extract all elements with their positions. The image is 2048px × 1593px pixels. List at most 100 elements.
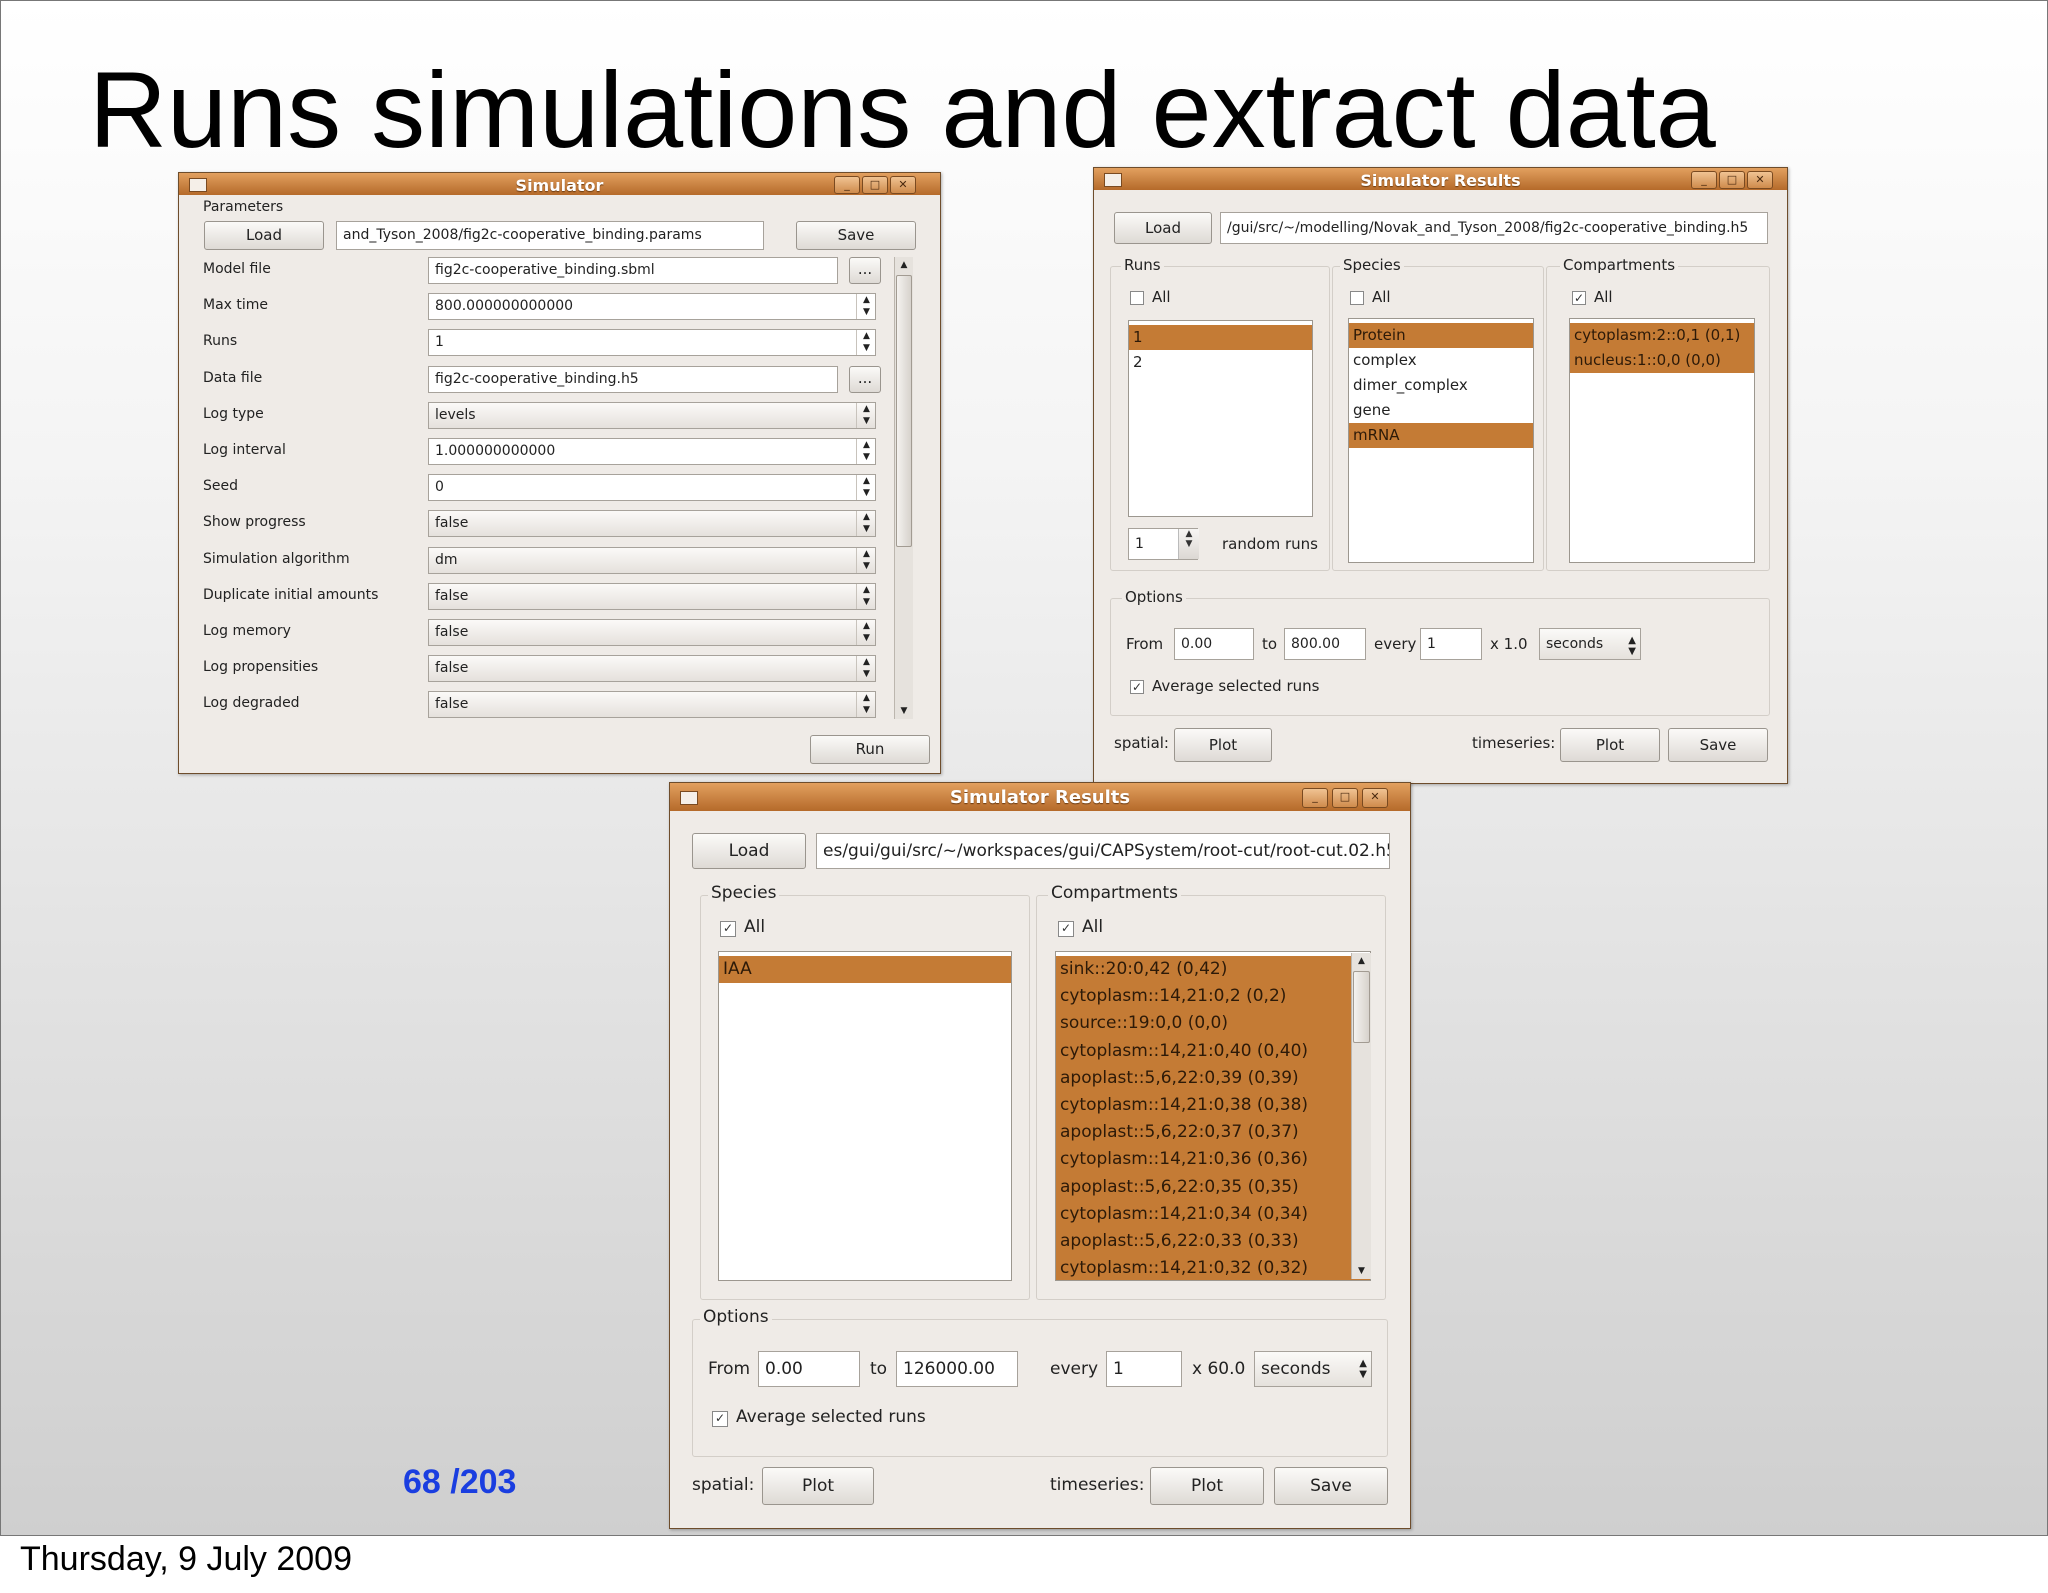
scroll-down-icon[interactable]: ▼ (895, 703, 913, 719)
param-file[interactable]: fig2c-cooperative_binding.sbml (428, 257, 838, 284)
param-combo[interactable]: false (428, 655, 876, 683)
spatial-plot-button[interactable]: Plot (762, 1467, 874, 1505)
scroll-thumb[interactable] (1353, 971, 1370, 1043)
combo-arrow-icon[interactable]: ▲ ▼ (856, 656, 876, 682)
spin-arrows-icon[interactable]: ▲ ▼ (1178, 529, 1199, 559)
list-item[interactable]: sink::20:0,42 (0,42) (1056, 956, 1370, 984)
timeseries-save-button[interactable]: Save (1668, 728, 1768, 762)
list-item[interactable]: cytoplasm::14,21:0,38 (0,38) (1056, 1091, 1370, 1120)
close-icon[interactable]: ✕ (1747, 171, 1773, 189)
param-spin[interactable]: 1 (428, 329, 876, 357)
maximize-icon[interactable]: □ (1719, 171, 1745, 189)
compartments-list[interactable]: sink::20:0,42 (0,42) cytoplasm::14,21:0,2… (1055, 951, 1371, 1281)
scroll-thumb[interactable] (896, 275, 912, 547)
list-item[interactable]: apoplast::5,6,22:0,35 (0,35) (1056, 1173, 1370, 1201)
results-titlebar[interactable]: Simulator Results _ □ ✕ (670, 783, 1410, 811)
list-item[interactable]: 2 (1129, 350, 1312, 375)
spin-arrows-icon[interactable]: ▲ ▼ (856, 439, 876, 464)
combo-arrow-icon[interactable]: ▲ ▼ (1359, 1352, 1367, 1380)
param-combo[interactable]: false (428, 510, 876, 538)
list-item[interactable]: cytoplasm::14,21:0,36 (0,36) (1056, 1146, 1370, 1174)
close-icon[interactable]: ✕ (1362, 788, 1388, 808)
list-item[interactable]: dimer_complex (1349, 373, 1533, 398)
compartments-all-checkbox[interactable]: ✓ (1058, 921, 1074, 937)
data-path-field[interactable]: es/gui/gui/src/~/workspaces/gui/CAPSyste… (816, 833, 1390, 869)
species-all-checkbox[interactable]: ✓ (720, 921, 736, 937)
minimize-icon[interactable]: _ (834, 176, 860, 194)
compartments-list[interactable]: cytoplasm:2::0,1 (0,1) nucleus:1::0,0 (0,… (1569, 318, 1755, 563)
save-params-button[interactable]: Save (796, 221, 916, 250)
list-item[interactable]: complex (1349, 348, 1533, 373)
minimize-icon[interactable]: _ (1302, 788, 1328, 808)
data-path-field[interactable]: /gui/src/~/modelling/Novak_and_Tyson_200… (1220, 212, 1768, 244)
list-item[interactable]: apoplast::5,6,22:0,33 (0,33) (1056, 1227, 1370, 1256)
combo-arrow-icon[interactable]: ▲ ▼ (1628, 629, 1636, 657)
timeseries-plot-button[interactable]: Plot (1560, 728, 1660, 762)
species-all-checkbox[interactable] (1350, 291, 1364, 305)
to-spin[interactable]: 126000.00 (896, 1351, 1018, 1387)
combo-arrow-icon[interactable]: ▲ ▼ (856, 511, 876, 537)
load-button[interactable]: Load (692, 833, 806, 869)
run-button[interactable]: Run (810, 735, 930, 764)
scroll-up-icon[interactable]: ▲ (1352, 953, 1371, 969)
list-item[interactable]: source::19:0,0 (0,0) (1056, 1010, 1370, 1038)
param-combo[interactable]: dm (428, 546, 876, 574)
simulator-titlebar[interactable]: Simulator _ □ ✕ (179, 173, 940, 195)
minimize-icon[interactable]: _ (1691, 171, 1717, 189)
runs-all-checkbox[interactable] (1130, 291, 1144, 305)
spin-arrows-icon[interactable]: ▲ ▼ (856, 294, 876, 320)
param-combo[interactable]: false (428, 619, 876, 646)
unit-combo[interactable]: seconds ▲ ▼ (1254, 1351, 1372, 1387)
compartments-scrollbar[interactable]: ▲ ▼ (1351, 953, 1371, 1279)
combo-arrow-icon[interactable]: ▲ ▼ (856, 583, 876, 609)
list-item[interactable]: cytoplasm::14,21:0,2 (0,2) (1056, 983, 1370, 1011)
combo-arrow-icon[interactable]: ▲ ▼ (856, 692, 876, 718)
average-runs-checkbox[interactable]: ✓ (712, 1411, 728, 1427)
param-combo[interactable]: false (428, 582, 876, 610)
combo-arrow-icon[interactable]: ▲ ▼ (856, 547, 876, 573)
results-titlebar[interactable]: Simulator Results _ □ ✕ (1094, 168, 1787, 190)
params-path-field[interactable]: and_Tyson_2008/fig2c-cooperative_binding… (336, 221, 764, 250)
browse-button[interactable]: ... (849, 257, 881, 284)
param-spin[interactable]: 1.000000000000 (428, 438, 876, 465)
scroll-down-icon[interactable]: ▼ (1352, 1263, 1371, 1279)
species-list[interactable]: IAA (718, 951, 1012, 1281)
average-runs-checkbox[interactable]: ✓ (1130, 680, 1144, 694)
scroll-up-icon[interactable]: ▲ (895, 257, 913, 273)
load-params-button[interactable]: Load (204, 221, 324, 250)
runs-list[interactable]: 12 (1128, 320, 1313, 517)
param-spin[interactable]: 800.000000000000 (428, 293, 876, 321)
from-spin[interactable]: 0.00 (758, 1351, 860, 1387)
every-spin[interactable]: 1 (1420, 628, 1482, 660)
param-file[interactable]: fig2c-cooperative_binding.h5 (428, 365, 838, 393)
compartments-all-checkbox[interactable]: ✓ (1572, 291, 1586, 305)
param-combo[interactable]: false (428, 691, 876, 719)
list-item[interactable]: cytoplasm::14,21:0,34 (0,34) (1056, 1200, 1370, 1228)
unit-combo[interactable]: seconds ▲ ▼ (1539, 628, 1641, 660)
list-item[interactable]: cytoplasm:2::0,1 (0,1) (1570, 323, 1754, 348)
list-item[interactable]: apoplast::5,6,22:0,39 (0,39) (1056, 1064, 1370, 1092)
list-item[interactable]: cytoplasm::14,21:0,40 (0,40) (1056, 1037, 1370, 1065)
close-icon[interactable]: ✕ (890, 176, 916, 194)
list-item[interactable]: IAA (719, 956, 1011, 983)
list-item[interactable]: cytoplasm::14,21:0,32 (0,32) (1056, 1255, 1370, 1280)
spin-arrows-icon[interactable]: ▲ ▼ (856, 330, 876, 356)
list-item[interactable]: 1 (1129, 325, 1312, 350)
params-scrollbar[interactable]: ▲ ▼ (894, 257, 913, 719)
param-combo[interactable]: levels (428, 401, 876, 429)
every-spin[interactable]: 1 (1106, 1351, 1182, 1387)
list-item[interactable]: mRNA (1349, 423, 1533, 448)
combo-arrow-icon[interactable]: ▲ ▼ (856, 402, 876, 428)
list-item[interactable]: nucleus:1::0,0 (0,0) (1570, 348, 1754, 373)
list-item[interactable]: Protein (1349, 323, 1533, 348)
load-button[interactable]: Load (1114, 212, 1212, 244)
spatial-plot-button[interactable]: Plot (1174, 728, 1272, 762)
param-spin[interactable]: 0 (428, 474, 876, 502)
spin-arrows-icon[interactable]: ▲ ▼ (856, 475, 876, 501)
combo-arrow-icon[interactable]: ▲ ▼ (856, 620, 876, 645)
timeseries-save-button[interactable]: Save (1274, 1467, 1388, 1505)
species-list[interactable]: Protein complex dimer_complex gene mRNA (1348, 318, 1534, 563)
maximize-icon[interactable]: □ (862, 176, 888, 194)
browse-button[interactable]: ... (849, 365, 881, 393)
list-item[interactable]: gene (1349, 398, 1533, 423)
